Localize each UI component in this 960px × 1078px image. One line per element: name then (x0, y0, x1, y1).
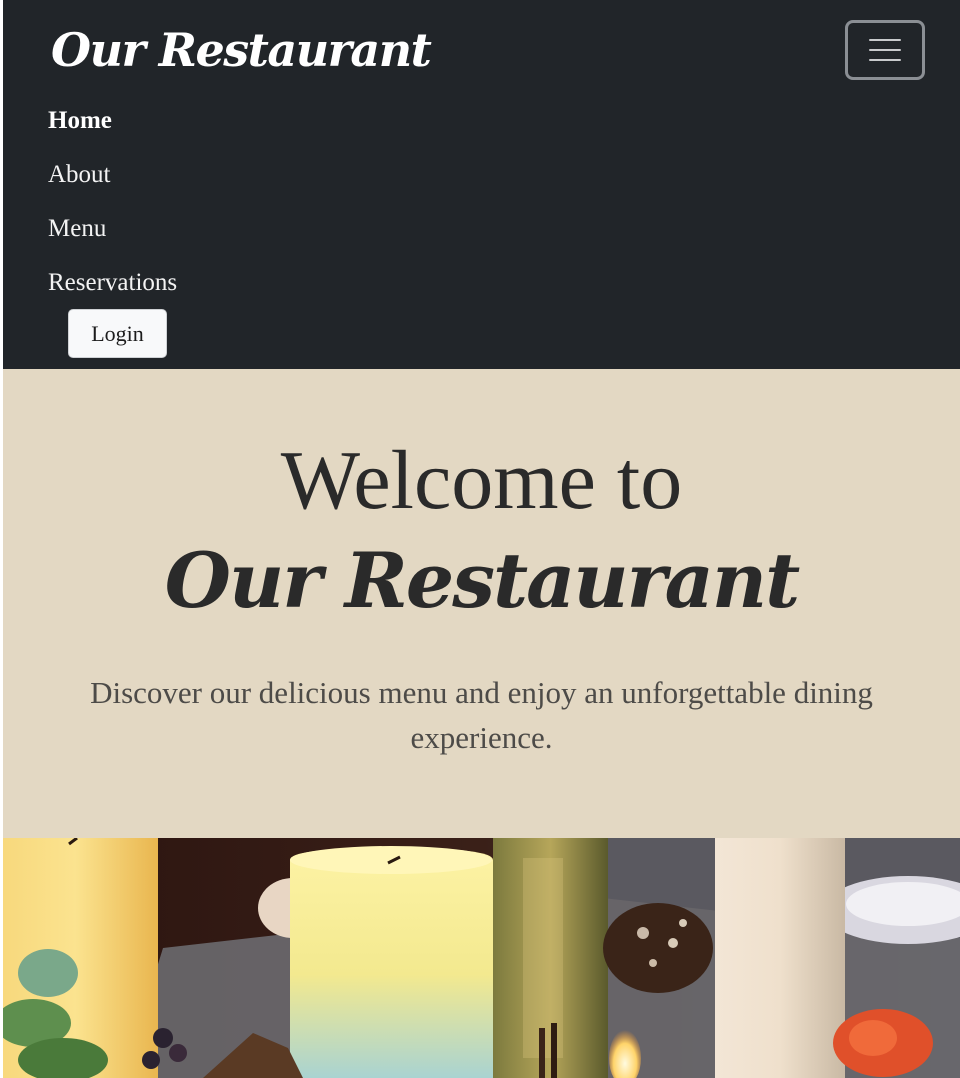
hero-section: Welcome to Our Restaurant Discover our d… (3, 369, 960, 838)
page: Our Restaurant Home About Menu Reservati… (3, 0, 960, 1078)
candles-table-photo (3, 838, 960, 1078)
navbar: Our Restaurant Home About Menu Reservati… (3, 0, 960, 369)
hero-subtitle: Discover our delicious menu and enjoy an… (90, 675, 873, 755)
brand-logo[interactable]: Our Restaurant (51, 20, 432, 80)
login-button[interactable]: Login (68, 309, 167, 358)
navbar-toggler-button[interactable] (845, 20, 925, 80)
nav-link-menu[interactable]: Menu (48, 214, 106, 244)
nav-link-reservations[interactable]: Reservations (48, 268, 177, 298)
hero-heading-restaurant: Our Restaurant (164, 536, 801, 625)
hero-heading-welcome: Welcome to (280, 434, 683, 527)
nav-link-home[interactable]: Home (48, 106, 112, 136)
nav-link-about[interactable]: About (48, 160, 111, 190)
